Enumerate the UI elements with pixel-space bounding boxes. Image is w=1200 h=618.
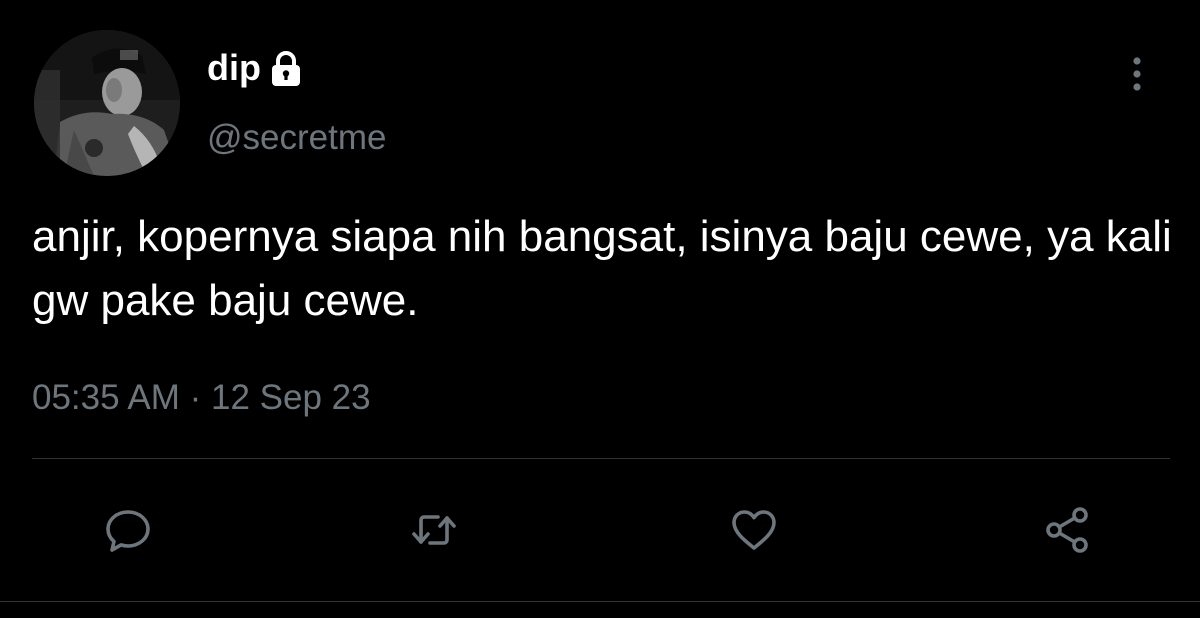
timestamp-separator: · — [189, 378, 202, 417]
retweet-icon — [412, 515, 456, 545]
tweet: dip @secretme anjir, kopernya siapa nih … — [0, 0, 1200, 618]
avatar[interactable] — [34, 30, 180, 176]
divider-bottom — [0, 601, 1200, 602]
display-name-row: dip — [207, 46, 303, 90]
share-icon — [1046, 507, 1088, 553]
more-vertical-icon — [1133, 57, 1141, 91]
like-button[interactable] — [726, 502, 782, 558]
heart-icon — [732, 510, 776, 550]
tweet-timestamp[interactable]: 05:35 AM · 12 Sep 23 — [32, 376, 371, 420]
reply-button[interactable] — [100, 502, 156, 558]
tweet-time: 05:35 AM — [32, 378, 180, 417]
tweet-text: anjir, kopernya siapa nih bangsat, isiny… — [32, 212, 1172, 325]
divider — [32, 458, 1170, 459]
display-name[interactable]: dip — [207, 46, 261, 90]
more-options-button[interactable] — [1122, 52, 1152, 96]
retweet-button[interactable] — [406, 502, 462, 558]
comment-icon — [106, 510, 150, 552]
lock-icon — [269, 50, 303, 88]
profile-photo — [34, 30, 180, 176]
tweet-date: 12 Sep 23 — [211, 378, 371, 417]
user-handle[interactable]: @secretme — [207, 116, 386, 160]
share-button[interactable] — [1040, 502, 1096, 558]
